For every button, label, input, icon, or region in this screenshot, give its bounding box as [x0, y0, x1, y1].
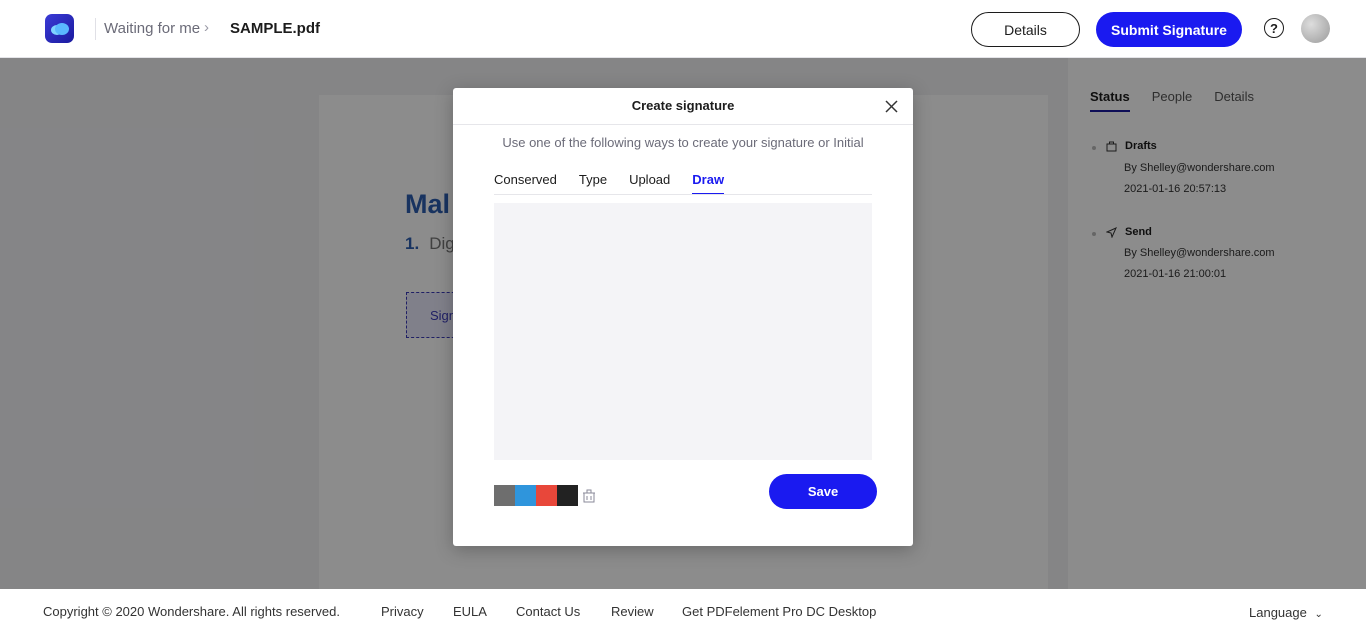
avatar[interactable]	[1301, 14, 1330, 43]
app-logo[interactable]	[45, 14, 74, 43]
cloud-icon	[50, 22, 69, 35]
top-header: Waiting for me › SAMPLE.pdf Details Subm…	[0, 0, 1366, 58]
clear-icon[interactable]	[578, 485, 599, 506]
draw-canvas[interactable]	[494, 203, 872, 460]
color-swatch-black[interactable]	[557, 485, 578, 506]
chevron-down-icon: ⌄	[1314, 609, 1323, 620]
copyright-text: Copyright © 2020 Wondershare. All rights…	[43, 604, 340, 619]
dialog-divider	[453, 124, 913, 125]
color-swatch-red[interactable]	[536, 485, 557, 506]
footer-link-desktop[interactable]: Get PDFelement Pro DC Desktop	[682, 604, 876, 619]
tab-type[interactable]: Type	[579, 172, 607, 195]
color-swatch-gray[interactable]	[494, 485, 515, 506]
tab-draw[interactable]: Draw	[692, 172, 725, 195]
footer-link-eula[interactable]: EULA	[453, 604, 487, 619]
details-button[interactable]: Details	[971, 12, 1080, 47]
save-button[interactable]: Save	[769, 474, 877, 509]
create-signature-dialog: Create signature Use one of the followin…	[453, 88, 913, 546]
close-icon[interactable]	[883, 98, 900, 115]
breadcrumb-parent[interactable]: Waiting for me	[104, 20, 200, 37]
trash-icon	[582, 489, 595, 502]
language-selector[interactable]: Language ⌄	[1249, 605, 1323, 620]
breadcrumb-current: SAMPLE.pdf	[230, 20, 320, 37]
language-label: Language	[1249, 605, 1307, 620]
tab-upload[interactable]: Upload	[629, 172, 670, 195]
chevron-right-icon: ›	[204, 19, 209, 36]
help-icon[interactable]: ?	[1264, 18, 1284, 38]
dialog-subtitle: Use one of the following ways to create …	[502, 135, 864, 150]
tab-conserved[interactable]: Conserved	[494, 172, 557, 195]
footer-link-privacy[interactable]: Privacy	[381, 604, 424, 619]
footer-link-review[interactable]: Review	[611, 604, 654, 619]
footer-link-contact[interactable]: Contact Us	[516, 604, 580, 619]
header-divider	[95, 18, 96, 40]
tabs-divider	[494, 194, 872, 195]
dialog-title: Create signature	[631, 98, 735, 113]
color-picker	[494, 485, 599, 506]
color-swatch-blue[interactable]	[515, 485, 536, 506]
submit-signature-button[interactable]: Submit Signature	[1096, 12, 1242, 47]
signature-tabs: Conserved Type Upload Draw	[494, 172, 725, 195]
footer: Copyright © 2020 Wondershare. All rights…	[0, 589, 1366, 634]
